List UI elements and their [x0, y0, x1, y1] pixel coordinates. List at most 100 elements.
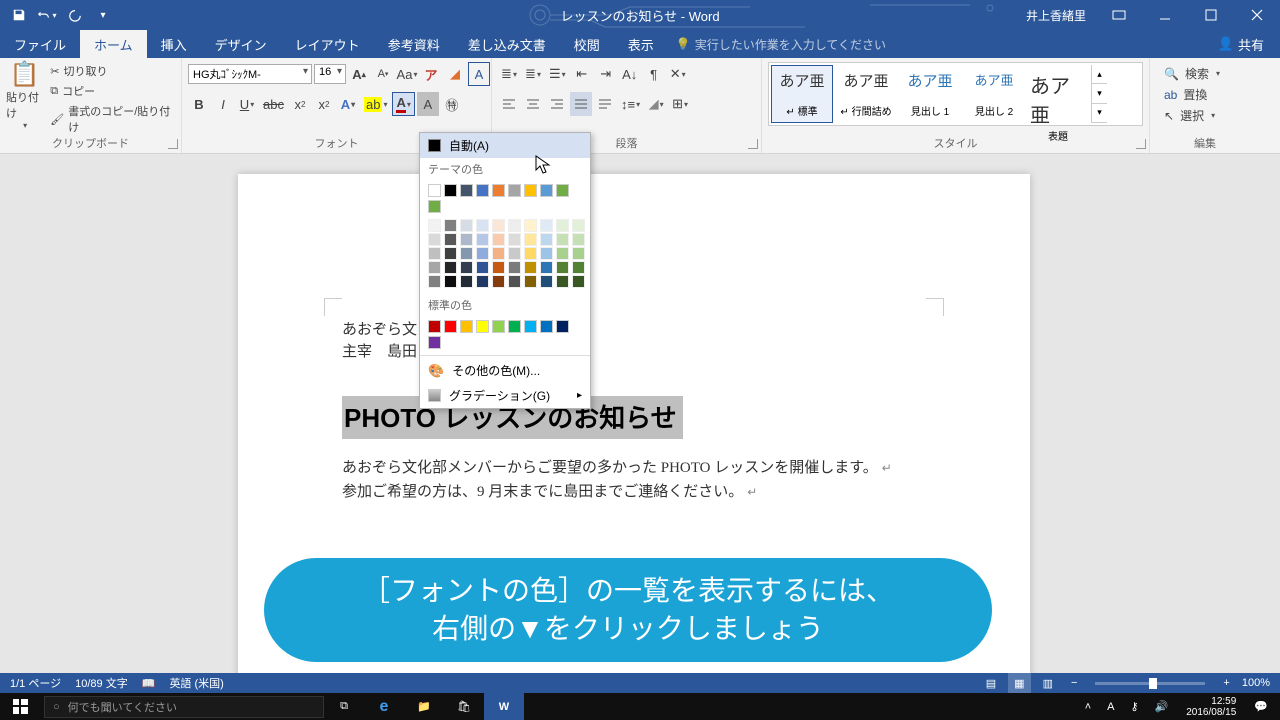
superscript-button[interactable]: x2: [313, 92, 335, 116]
color-swatch[interactable]: [476, 184, 489, 197]
color-swatch[interactable]: [492, 261, 505, 274]
color-swatch[interactable]: [540, 219, 553, 232]
word-taskbar-icon[interactable]: W: [484, 693, 524, 720]
tab-layout[interactable]: レイアウト: [281, 30, 374, 58]
select-button[interactable]: ↖選択▾: [1162, 106, 1248, 125]
color-swatch[interactable]: [508, 184, 521, 197]
color-swatch[interactable]: [508, 320, 521, 333]
close-icon[interactable]: [1234, 0, 1280, 30]
color-swatch[interactable]: [524, 320, 537, 333]
text-line[interactable]: あおぞら文化部メンバーからご要望の多かった PHOTO レッスンを開催します。: [342, 456, 892, 477]
borders-button[interactable]: ⊞▾: [669, 92, 691, 116]
clock[interactable]: 12:59 2016/08/15: [1180, 696, 1242, 718]
font-size-select[interactable]: 16: [314, 64, 346, 84]
text-effects-button[interactable]: A▾: [337, 92, 359, 116]
zoom-in-button[interactable]: +: [1217, 673, 1235, 693]
tab-file[interactable]: ファイル: [0, 30, 80, 58]
color-swatch[interactable]: [540, 275, 553, 288]
start-button[interactable]: [0, 693, 40, 720]
color-swatch[interactable]: [508, 233, 521, 246]
tab-view[interactable]: 表示: [614, 30, 668, 58]
grow-font-button[interactable]: A▴: [348, 62, 370, 86]
color-swatch[interactable]: [508, 275, 521, 288]
user-name[interactable]: 井上香緒里: [1016, 7, 1096, 24]
color-swatch[interactable]: [524, 219, 537, 232]
text-line[interactable]: あおぞら文: [342, 318, 417, 339]
color-swatch[interactable]: [428, 184, 441, 197]
color-swatch[interactable]: [444, 184, 457, 197]
tab-home[interactable]: ホーム: [80, 30, 147, 58]
color-swatch[interactable]: [460, 184, 473, 197]
tab-review[interactable]: 校閲: [560, 30, 614, 58]
sort-button[interactable]: A↓: [619, 62, 641, 86]
color-swatch[interactable]: [540, 233, 553, 246]
ribbon-options-icon[interactable]: [1096, 0, 1142, 30]
spellcheck-icon[interactable]: 📖: [142, 677, 156, 690]
increase-indent-button[interactable]: ⇥: [595, 62, 617, 86]
color-swatch[interactable]: [556, 320, 569, 333]
shading-button[interactable]: ◢▾: [645, 92, 667, 116]
color-swatch[interactable]: [540, 184, 553, 197]
text-line[interactable]: 主宰 島田: [342, 340, 417, 361]
read-mode-icon[interactable]: ▤: [980, 673, 1002, 693]
cortana-search[interactable]: ○何でも聞いてください: [44, 696, 324, 718]
style-more-icon[interactable]: ▾: [1092, 104, 1107, 123]
phonetic-button[interactable]: ア: [420, 62, 442, 86]
font-color-button[interactable]: A▾: [392, 92, 414, 116]
maximize-icon[interactable]: [1188, 0, 1234, 30]
share-button[interactable]: 👤共有: [1202, 35, 1280, 54]
asian-layout-button[interactable]: ✕▾: [667, 62, 689, 86]
color-swatch[interactable]: [556, 184, 569, 197]
tab-insert[interactable]: 挿入: [147, 30, 201, 58]
color-swatch[interactable]: [460, 320, 473, 333]
align-left-button[interactable]: [498, 92, 520, 116]
find-button[interactable]: 🔍検索▾: [1162, 64, 1248, 83]
color-swatch[interactable]: [492, 320, 505, 333]
gradient-item[interactable]: グラデーション(G) ▸: [420, 383, 590, 408]
web-layout-icon[interactable]: ▥: [1037, 673, 1059, 693]
page-count[interactable]: 1/1 ページ: [10, 675, 61, 691]
color-swatch[interactable]: [572, 233, 585, 246]
network-icon[interactable]: ⚷: [1126, 700, 1142, 713]
color-swatch[interactable]: [444, 233, 457, 246]
color-swatch[interactable]: [572, 219, 585, 232]
color-swatch[interactable]: [556, 247, 569, 260]
replace-button[interactable]: ab置換: [1162, 85, 1248, 104]
color-swatch[interactable]: [460, 261, 473, 274]
color-swatch[interactable]: [428, 320, 441, 333]
color-swatch[interactable]: [540, 320, 553, 333]
color-swatch[interactable]: [444, 275, 457, 288]
clear-format-button[interactable]: ◢: [444, 62, 466, 86]
word-count[interactable]: 10/89 文字: [75, 675, 128, 691]
font-name-select[interactable]: HG丸ｺﾞｼｯｸM-: [188, 64, 312, 84]
color-swatch[interactable]: [428, 233, 441, 246]
redo-icon[interactable]: [64, 4, 86, 26]
styles-gallery[interactable]: あア亜↵ 標準 あア亜↵ 行間詰め あア亜見出し 1 あア亜見出し 2 あア亜表…: [768, 62, 1143, 126]
color-swatch[interactable]: [492, 233, 505, 246]
color-swatch[interactable]: [492, 275, 505, 288]
dialog-launcher-icon[interactable]: [1136, 139, 1146, 149]
copy-button[interactable]: ⧉コピー: [47, 82, 175, 100]
text-line[interactable]: 参加ご希望の方は、9 月末までに島田までご連絡ください。: [342, 480, 757, 501]
highlight-button[interactable]: ab▾: [361, 92, 390, 116]
tab-references[interactable]: 参考資料: [374, 30, 454, 58]
subscript-button[interactable]: x2: [289, 92, 311, 116]
color-swatch[interactable]: [540, 247, 553, 260]
color-swatch[interactable]: [476, 261, 489, 274]
enclose-char-button[interactable]: ㊕: [441, 92, 463, 116]
store-icon[interactable]: 🛍: [444, 693, 484, 720]
color-swatch[interactable]: [508, 261, 521, 274]
style-nospacing[interactable]: あア亜↵ 行間詰め: [835, 65, 897, 123]
more-colors-item[interactable]: 🎨 その他の色(M)...: [420, 358, 590, 383]
color-swatch[interactable]: [428, 219, 441, 232]
color-swatch[interactable]: [492, 247, 505, 260]
color-swatch[interactable]: [428, 275, 441, 288]
color-swatch[interactable]: [476, 247, 489, 260]
change-case-button[interactable]: Aa▾: [396, 62, 418, 86]
minimize-icon[interactable]: [1142, 0, 1188, 30]
bullets-button[interactable]: ≣▾: [498, 62, 520, 86]
tray-chevron-icon[interactable]: ˄: [1081, 701, 1095, 713]
show-marks-button[interactable]: ¶: [643, 62, 665, 86]
bold-button[interactable]: B: [188, 92, 210, 116]
color-swatch[interactable]: [476, 275, 489, 288]
